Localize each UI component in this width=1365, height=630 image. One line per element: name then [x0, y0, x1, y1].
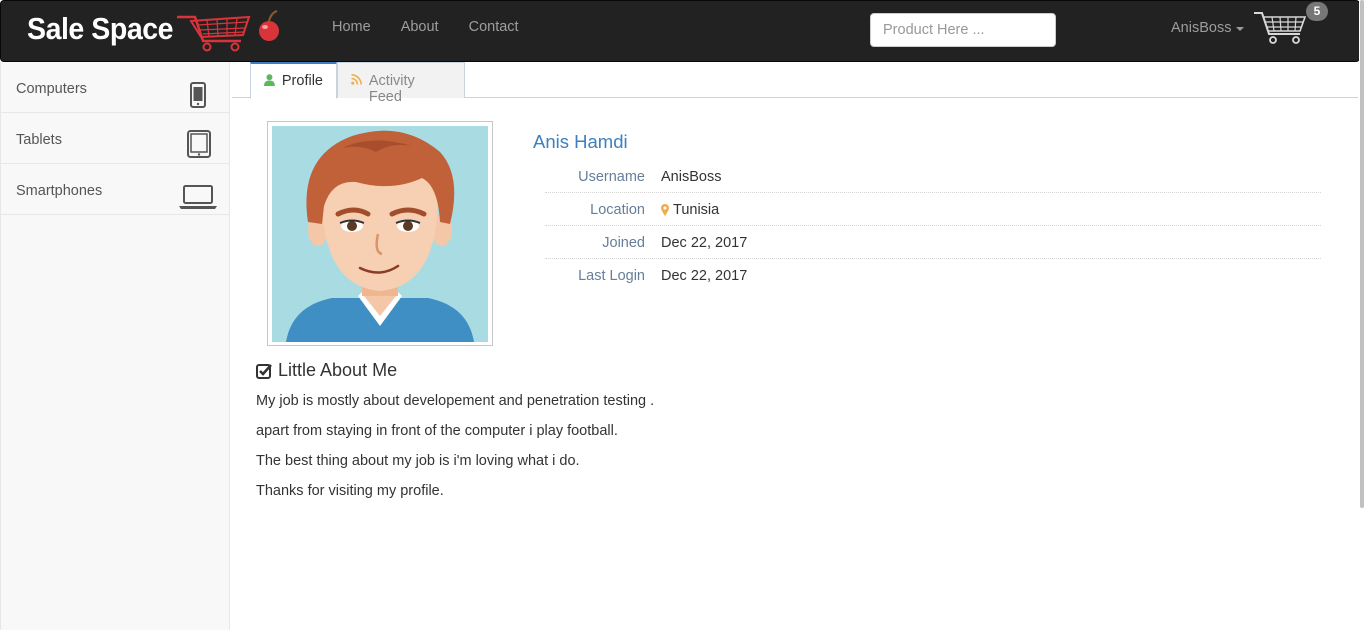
profile-avatar	[267, 121, 493, 346]
rss-icon	[351, 74, 362, 85]
user-name: AnisBoss	[1171, 20, 1232, 36]
tab-activity-feed[interactable]: Activity Feed	[337, 62, 465, 105]
info-value: Tunisia	[661, 202, 719, 218]
about-line: The best thing about my job is i'm lovin…	[256, 453, 580, 469]
smartphone-icon	[190, 82, 206, 108]
tab-activity-label: Activity Feed	[368, 73, 415, 105]
profile-name: Anis Hamdi	[533, 131, 628, 152]
joined-value: Dec 22, 2017	[661, 235, 748, 251]
main-nav: Home About Contact	[317, 1, 534, 55]
info-label: Joined	[602, 235, 645, 251]
info-label: Username	[578, 169, 645, 185]
scrollbar-thumb[interactable]	[1360, 0, 1364, 508]
about-text: My job is mostly about developement and …	[256, 392, 654, 512]
info-value: Dec 22, 2017	[661, 268, 747, 284]
info-label: Last Login	[578, 268, 645, 284]
sidebar-item-smartphones[interactable]: Smartphones	[1, 164, 229, 215]
about-line: My job is mostly about developement and …	[256, 393, 655, 409]
brand-logo[interactable]: Sale Space	[27, 9, 279, 52]
username-value: AnisBoss	[661, 169, 722, 185]
tablet-icon	[187, 130, 211, 158]
about-line: apart from staying in front of the compu…	[256, 423, 618, 439]
cart-count-badge: 5	[1306, 2, 1328, 21]
info-value: Dec 22, 2017	[661, 235, 747, 251]
laptop-icon	[179, 185, 217, 209]
map-marker-icon	[661, 204, 669, 216]
about-heading: Little About Me	[256, 360, 397, 381]
sidebar-item-label: Tablets	[16, 132, 62, 148]
sidebar-item-computers[interactable]: Computers	[1, 62, 229, 113]
nav-contact-link[interactable]: Contact	[454, 1, 534, 55]
top-navbar: Sale Space Home About Contact AnisBoss	[0, 0, 1360, 62]
product-search-input[interactable]	[870, 13, 1056, 47]
cart-icon[interactable]	[1252, 8, 1308, 46]
check-square-icon	[256, 363, 272, 379]
profile-tabs: Profile Activity Feed	[232, 62, 1358, 105]
avatar-image	[272, 126, 488, 342]
shopping-cart-logo-icon	[177, 10, 279, 52]
location-value: Tunisia	[673, 202, 720, 218]
info-row-joined: Joined Dec 22, 2017	[545, 226, 1321, 259]
info-label: Location	[590, 202, 645, 218]
tab-profile[interactable]: Profile	[250, 62, 337, 99]
info-value: AnisBoss	[661, 169, 721, 185]
brand-name: Sale Space	[27, 11, 174, 46]
nav-about-link[interactable]: About	[386, 1, 454, 55]
user-dropdown[interactable]: AnisBoss	[1171, 20, 1245, 36]
about-title: Little About Me	[278, 360, 398, 380]
info-row-last-login: Last Login Dec 22, 2017	[545, 259, 1321, 292]
nav-home-link[interactable]: Home	[317, 1, 386, 55]
last-login-value: Dec 22, 2017	[661, 268, 748, 284]
caret-down-icon	[1236, 27, 1245, 31]
user-icon	[264, 74, 275, 86]
sidebar-item-label: Smartphones	[16, 183, 103, 199]
info-row-location: Location Tunisia	[545, 193, 1321, 226]
sidebar-item-label: Computers	[16, 81, 87, 97]
cartoon-avatar-illustration	[272, 126, 488, 342]
profile-info-table: Username AnisBoss Location Tunisia Joine…	[545, 160, 1321, 292]
about-line: Thanks for visiting my profile.	[256, 483, 444, 499]
info-row-username: Username AnisBoss	[545, 160, 1321, 193]
sidebar-item-tablets[interactable]: Tablets	[1, 113, 229, 164]
category-sidebar: Computers Tablets Smartphones	[0, 62, 230, 630]
tab-profile-label: Profile	[281, 73, 323, 89]
